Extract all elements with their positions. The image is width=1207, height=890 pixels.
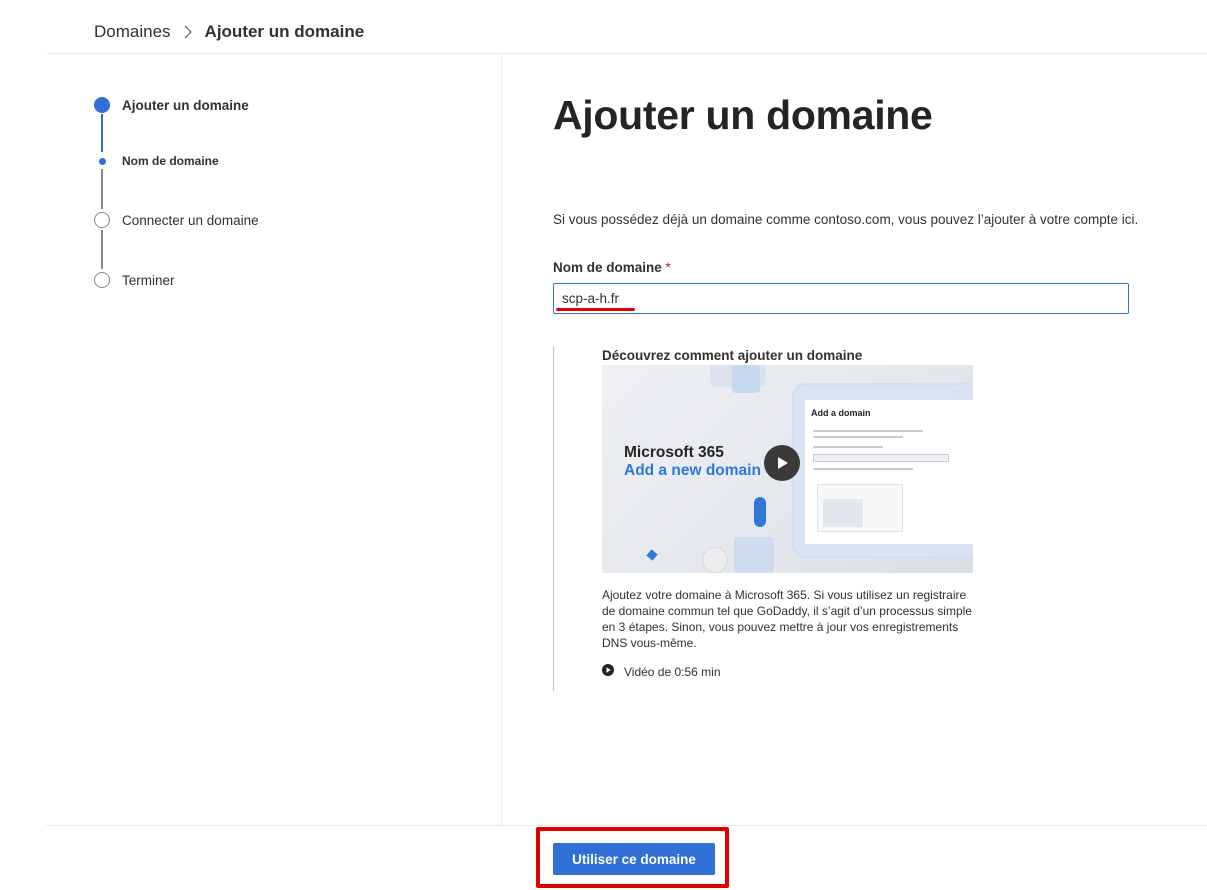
step-connector (101, 230, 103, 269)
preview-input (813, 454, 949, 462)
step-pending-icon (94, 212, 110, 228)
step-label: Ajouter un domaine (122, 97, 249, 113)
substep-current-icon (98, 157, 106, 165)
preview-card-image (823, 499, 863, 527)
step-ajouter-un-domaine: Ajouter un domaine (92, 97, 249, 113)
breadcrumb: Domaines Ajouter un domaine (94, 20, 364, 44)
decorative-shape (732, 365, 760, 393)
video-subtitle: Add a new domain (624, 462, 761, 479)
use-this-domain-button[interactable]: Utiliser ce domaine (553, 843, 715, 875)
step-pending-icon (94, 272, 110, 288)
annotation-underline (556, 308, 635, 311)
decorative-shape (734, 537, 774, 573)
learn-card-title: Découvrez comment ajouter un domaine (602, 348, 863, 363)
preview-line (813, 446, 883, 448)
page-title: Ajouter un domaine (553, 92, 933, 138)
step-connecter-un-domaine: Connecter un domaine (92, 212, 259, 228)
footer-divider (46, 825, 1207, 826)
learn-card-accent-bar (553, 346, 554, 691)
step-label: Terminer (122, 272, 175, 288)
breadcrumb-domaines-link[interactable]: Domaines (94, 22, 171, 42)
step-connector (101, 169, 103, 209)
step-current-icon (94, 97, 110, 113)
video-thumbnail[interactable]: Add a domain Microsoft 365 Add a new dom… (602, 365, 973, 573)
play-icon[interactable] (764, 445, 800, 481)
video-preview-panel: Add a domain (804, 399, 973, 545)
domain-name-label: Nom de domaine * (553, 260, 671, 275)
preview-line (813, 436, 903, 438)
decorative-shape (646, 549, 658, 561)
decorative-shape (754, 497, 766, 527)
required-marker: * (665, 260, 671, 275)
intro-text: Si vous possédez déjà un domaine comme c… (553, 212, 1139, 227)
substep-nom-de-domaine: Nom de domaine (92, 154, 219, 168)
preview-line (813, 468, 913, 470)
decorative-shape (702, 547, 728, 573)
step-connector (101, 114, 103, 152)
video-duration: Vidéo de 0:56 min (602, 664, 721, 679)
play-circle-icon (602, 664, 614, 679)
video-panel-title: Add a domain (811, 408, 871, 418)
chevron-right-icon (183, 25, 193, 39)
video-brand: Microsoft 365 (624, 444, 724, 461)
breadcrumb-current: Ajouter un domaine (204, 22, 365, 41)
domain-name-input[interactable] (553, 283, 1129, 314)
step-label: Nom de domaine (122, 154, 219, 168)
video-duration-text: Vidéo de 0:56 min (624, 664, 721, 679)
panel-divider (501, 54, 502, 825)
preview-line (813, 430, 923, 432)
step-terminer: Terminer (92, 272, 175, 288)
header-divider (46, 53, 1207, 54)
step-label: Connecter un domaine (122, 212, 259, 228)
learn-card-description: Ajoutez votre domaine à Microsoft 365. S… (602, 588, 972, 650)
